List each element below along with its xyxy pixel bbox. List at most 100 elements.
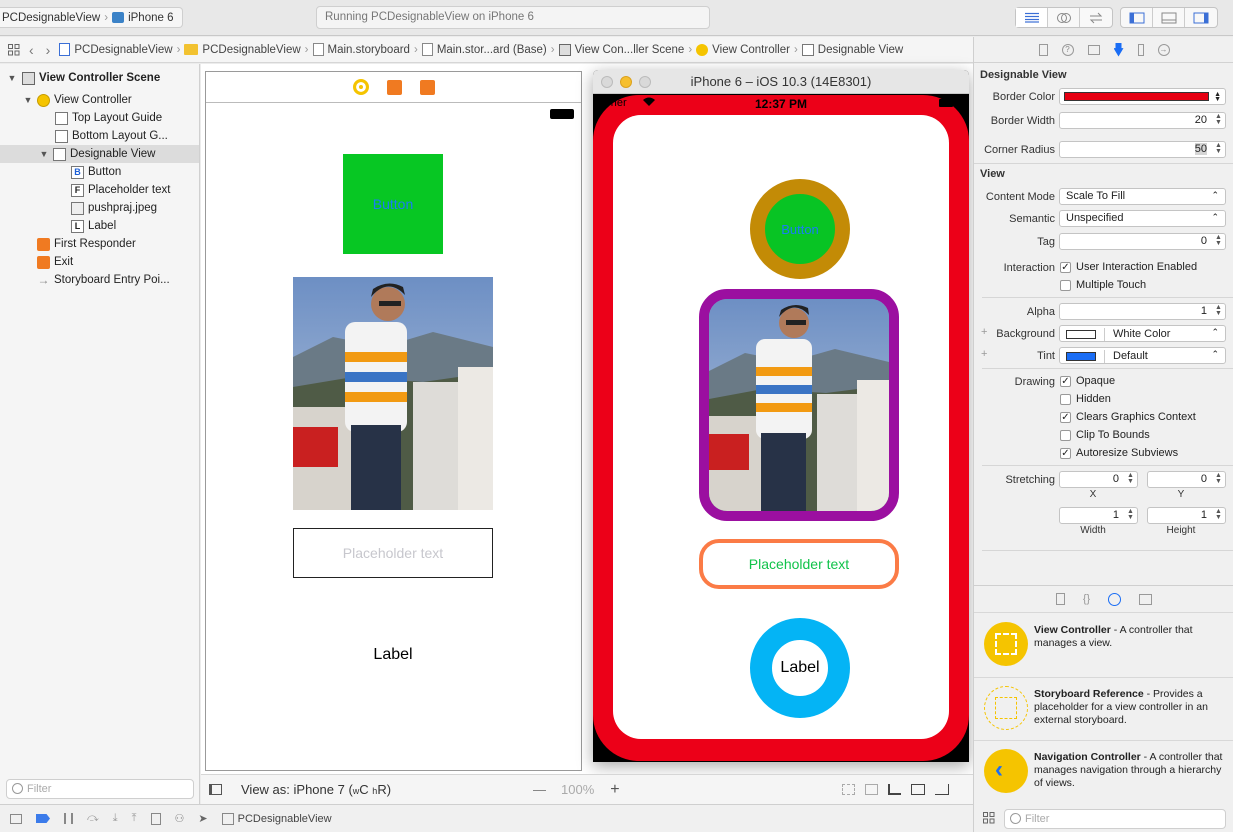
content-mode-select[interactable]: Scale To Fill ⌃ — [1059, 188, 1226, 205]
stepper-icon[interactable]: ▲ ▼ — [1125, 472, 1136, 486]
sim-text-field[interactable]: Placeholder text — [699, 539, 899, 589]
first-responder-icon[interactable] — [386, 79, 402, 95]
document-outline-toggle-icon[interactable] — [209, 784, 222, 795]
hidden-checkbox[interactable]: Hidden — [1060, 393, 1111, 405]
stepper-icon[interactable]: ▲ ▼ — [1125, 508, 1136, 522]
size-inspector-icon[interactable] — [1137, 43, 1144, 56]
user-interaction-checkbox[interactable]: ✓ User Interaction Enabled — [1060, 261, 1197, 273]
stretch-y-field[interactable]: 0 ▲ ▼ — [1147, 471, 1226, 488]
connections-inspector-icon[interactable]: → — [1157, 43, 1170, 56]
standard-editor-icon[interactable] — [1016, 8, 1048, 27]
simulator-screen[interactable]: Carrier 12:37 PM Button Placeholder text… — [593, 94, 969, 762]
step-over-icon[interactable]: ⤼ — [87, 812, 99, 825]
update-frames-icon[interactable] — [841, 784, 855, 795]
navigator-toggle-icon[interactable] — [1121, 8, 1153, 27]
disclosure-triangle-icon[interactable]: ▼ — [23, 95, 33, 105]
multiple-touch-checkbox[interactable]: Multiple Touch — [1060, 279, 1146, 291]
autoresize-checkbox[interactable]: ✓ Autoresize Subviews — [1060, 447, 1178, 459]
jump-item-project[interactable]: PCDesignableView — [56, 43, 175, 56]
step-out-icon[interactable]: ⤒ — [132, 812, 137, 825]
storyboard-scene[interactable]: Button Placeholder text Label — [205, 71, 582, 771]
sim-button[interactable]: Button — [750, 179, 850, 279]
outline-row-first-responder[interactable]: First Responder — [0, 235, 199, 253]
memory-graph-icon[interactable]: ⚇ — [175, 812, 185, 825]
clears-graphics-checkbox[interactable]: ✓ Clears Graphics Context — [1060, 411, 1196, 423]
stepper-icon[interactable]: ▲ ▼ — [1213, 142, 1224, 156]
outline-filter-field[interactable]: Filter — [6, 779, 194, 799]
pin-icon[interactable] — [910, 784, 925, 795]
outline-row-scene[interactable]: ▼ View Controller Scene — [0, 69, 199, 87]
library-item-view-controller[interactable]: View Controller - A controller that mana… — [974, 614, 1233, 676]
alpha-field[interactable]: 1 ▲ ▼ — [1059, 303, 1226, 320]
step-into-icon[interactable]: ⤓ — [113, 812, 118, 825]
exit-icon[interactable] — [419, 79, 435, 95]
object-library-icon[interactable] — [1108, 592, 1122, 606]
outline-row-image[interactable]: pushpraj.jpeg — [0, 199, 199, 217]
corner-radius-field[interactable]: 50 ▲ ▼ — [1059, 141, 1226, 158]
stretch-width-field[interactable]: 1 ▲ ▼ — [1059, 507, 1138, 524]
jump-item-scene[interactable]: View Con...ller Scene — [556, 43, 688, 56]
outline-row-designable-view[interactable]: ▼ Designable View — [0, 145, 199, 163]
clip-to-bounds-checkbox[interactable]: Clip To Bounds — [1060, 429, 1150, 441]
stretch-x-field[interactable]: 0 ▲ ▼ — [1059, 471, 1138, 488]
sim-image[interactable] — [699, 289, 899, 521]
breakpoints-icon[interactable] — [36, 814, 50, 823]
outline-row-exit[interactable]: Exit — [0, 253, 199, 271]
add-variation-icon[interactable]: + — [981, 326, 987, 338]
stepper-icon[interactable]: ▲ ▼ — [1213, 472, 1224, 486]
debug-toggle-icon[interactable] — [1153, 8, 1185, 27]
debug-view-hierarchy-icon[interactable] — [150, 812, 161, 825]
scene-button[interactable]: Button — [343, 154, 443, 254]
background-color-select[interactable]: White Color ⌃ — [1059, 325, 1226, 342]
library-filter-field[interactable]: Filter — [1004, 809, 1226, 829]
jump-item-group[interactable]: PCDesignableView — [181, 44, 303, 56]
code-snippet-icon[interactable]: {} — [1083, 593, 1090, 605]
align-icon[interactable] — [887, 784, 901, 795]
jump-item-viewcontroller[interactable]: View Controller — [693, 43, 793, 56]
target-selector[interactable]: PCDesignableView — [221, 812, 332, 825]
embed-in-stack-icon[interactable] — [864, 784, 878, 795]
disclosure-triangle-icon[interactable]: ▼ — [39, 149, 49, 159]
border-width-field[interactable]: 20 ▲ ▼ — [1059, 112, 1226, 129]
opaque-checkbox[interactable]: ✓ Opaque — [1060, 375, 1115, 387]
file-template-icon[interactable] — [1055, 593, 1065, 605]
jump-item-view[interactable]: Designable View — [799, 43, 906, 56]
view-controller-icon[interactable] — [352, 79, 369, 95]
outline-row-view-controller[interactable]: ▼ View Controller — [0, 91, 199, 109]
add-variation-icon[interactable]: + — [981, 348, 987, 360]
grid-view-icon[interactable] — [983, 812, 995, 824]
zoom-out-button[interactable]: — — [533, 782, 546, 797]
stretch-height-field[interactable]: 1 ▲ ▼ — [1147, 507, 1226, 524]
library-item-navigation-controller[interactable]: ‹ Navigation Controller - A controller t… — [974, 740, 1233, 802]
scheme-selector[interactable]: PCDesignableView › iPhone 6 — [0, 7, 183, 28]
outline-row-button[interactable]: B Button — [0, 163, 199, 181]
scene-label[interactable]: Label — [343, 646, 443, 664]
help-inspector-icon[interactable]: ? — [1061, 43, 1074, 56]
disclosure-triangle-icon[interactable]: ▼ — [7, 73, 17, 83]
border-color-picker[interactable]: ▲ ▼ — [1059, 88, 1226, 105]
identity-inspector-icon[interactable] — [1087, 44, 1100, 55]
jump-item-storyboard[interactable]: Main.storyboard — [310, 43, 413, 56]
inspector-toggle-icon[interactable] — [1185, 8, 1217, 27]
tag-field[interactable]: 0 ▲ ▼ — [1059, 233, 1226, 250]
zoom-button[interactable] — [639, 76, 651, 88]
designable-view[interactable]: Button Placeholder text Label — [613, 115, 949, 739]
attributes-inspector-icon[interactable] — [1113, 42, 1124, 57]
location-icon[interactable]: ➤ — [198, 812, 207, 825]
version-editor-icon[interactable] — [1080, 8, 1112, 27]
media-library-icon[interactable] — [1139, 593, 1153, 605]
zoom-in-button[interactable]: + — [610, 781, 619, 799]
outline-row-top-layout[interactable]: Top Layout Guide — [0, 109, 199, 127]
pause-icon[interactable] — [64, 813, 73, 824]
related-items-icon[interactable] — [0, 43, 23, 56]
close-button[interactable] — [601, 76, 613, 88]
scene-photo[interactable] — [293, 277, 493, 510]
forward-arrow-icon[interactable]: › — [40, 42, 57, 58]
tint-color-select[interactable]: Default ⌃ — [1059, 347, 1226, 364]
scene-text-field[interactable]: Placeholder text — [293, 528, 493, 578]
outline-row-label[interactable]: L Label — [0, 217, 199, 235]
resolve-issues-icon[interactable] — [934, 784, 949, 795]
outline-row-bottom-layout[interactable]: Bottom Layout G... — [0, 127, 199, 145]
stepper-icon[interactable]: ▲ ▼ — [1213, 113, 1224, 127]
assistant-editor-icon[interactable] — [1048, 8, 1080, 27]
